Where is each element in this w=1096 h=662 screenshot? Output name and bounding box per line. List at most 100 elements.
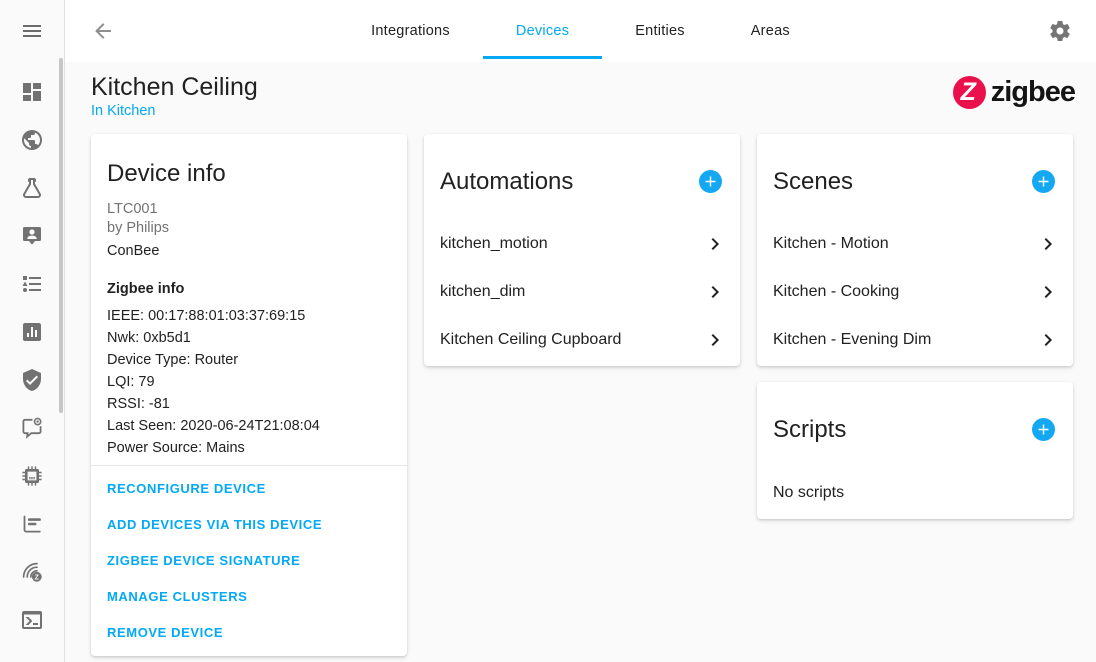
card-title: Device info: [91, 134, 407, 188]
settings-button[interactable]: [1048, 19, 1072, 43]
gear-icon: [1048, 19, 1072, 43]
remove-device-button[interactable]: Remove Device: [91, 614, 407, 650]
device-model: LTC001 by Philips: [91, 188, 407, 237]
logs-icon: [20, 512, 44, 536]
sidebar-item-history[interactable]: [0, 308, 64, 356]
scene-row[interactable]: Kitchen - Motion: [757, 220, 1073, 268]
person-badge-icon: [20, 224, 44, 248]
svg-text:Z: Z: [35, 574, 40, 581]
attr-last-seen: Last Seen: 2020-06-24T21:08:04: [107, 415, 391, 437]
zigbee-attributes: IEEE: 00:17:88:01:03:37:69:15 Nwk: 0xb5d…: [91, 297, 407, 459]
sidebar-item-person[interactable]: [0, 212, 64, 260]
chevron-right-icon: [703, 328, 727, 352]
zigbee-network-icon: Z: [20, 560, 44, 584]
tab-devices[interactable]: Devices: [483, 0, 602, 62]
column-automations: Automations kitchen_motion kitchen_dim: [424, 134, 740, 656]
sidebar-item-logbook[interactable]: [0, 260, 64, 308]
no-scripts-text: No scripts: [757, 484, 1073, 502]
zigbee-device-signature-button[interactable]: Zigbee Device Signature: [91, 542, 407, 578]
plus-icon: [1035, 421, 1052, 438]
tab-integrations[interactable]: Integrations: [338, 0, 483, 62]
config-tabs: Integrations Devices Entities Areas: [65, 0, 1096, 62]
chevron-right-icon: [703, 280, 727, 304]
history-chart-icon: [20, 320, 44, 344]
sidebar-item-lab[interactable]: [0, 164, 64, 212]
chevron-right-icon: [1036, 328, 1060, 352]
tab-areas[interactable]: Areas: [718, 0, 823, 62]
tab-entities[interactable]: Entities: [602, 0, 718, 62]
attr-nwk: Nwk: 0xb5d1: [107, 327, 391, 349]
scene-list: Kitchen - Motion Kitchen - Cooking Kitch…: [757, 220, 1073, 364]
lab-flask-icon: [20, 176, 44, 200]
device-info-card: Device info LTC001 by Philips ConBee Zig…: [91, 134, 407, 656]
zigbee-info-heading: Zigbee info: [91, 259, 407, 297]
attr-lqi: LQI: 79: [107, 371, 391, 393]
chevron-right-icon: [1036, 280, 1060, 304]
card-header: Scripts: [757, 382, 1073, 444]
manage-clusters-button[interactable]: Manage Clusters: [91, 578, 407, 614]
automation-row[interactable]: kitchen_dim: [424, 268, 740, 316]
sidebar-item-dashboard[interactable]: [0, 68, 64, 116]
scripts-card: Scripts No scripts: [757, 382, 1073, 519]
zigbee-logo-icon: Z: [953, 76, 986, 109]
sidebar-item-logs[interactable]: [0, 500, 64, 548]
scene-name: Kitchen - Evening Dim: [773, 331, 931, 349]
add-devices-via-device-button[interactable]: Add Devices Via This Device: [91, 506, 407, 542]
tab-label: Devices: [516, 23, 569, 39]
esphome-chip-icon: [20, 464, 44, 488]
sidebar-item-esphome[interactable]: [0, 452, 64, 500]
scenes-card: Scenes Kitchen - Motion Kitchen - Cookin…: [757, 134, 1073, 366]
sidebar-item-map[interactable]: [0, 116, 64, 164]
card-header: Automations: [424, 134, 740, 196]
add-script-button[interactable]: [1032, 418, 1055, 441]
hamburger-menu-icon: [20, 19, 44, 43]
automation-list: kitchen_motion kitchen_dim Kitchen Ceili…: [424, 220, 740, 364]
cards-grid: Device info LTC001 by Philips ConBee Zig…: [91, 134, 1073, 656]
attr-device-type: Device Type: Router: [107, 349, 391, 371]
model-number: LTC001: [107, 200, 391, 219]
logbook-list-icon: [20, 272, 44, 296]
device-page: Kitchen Ceiling In Kitchen Z zigbee Devi…: [65, 62, 1096, 662]
sidebar-scrollbar-thumb[interactable]: [59, 58, 63, 413]
integration-name: ConBee: [91, 237, 407, 259]
area-link[interactable]: In Kitchen: [91, 103, 156, 119]
add-automation-button[interactable]: [699, 170, 722, 193]
device-actions: Reconfigure Device Add Devices Via This …: [91, 466, 407, 654]
automation-name: kitchen_motion: [440, 235, 548, 253]
tab-label: Integrations: [371, 23, 450, 39]
page-title: Kitchen Ceiling: [91, 73, 258, 102]
zigbee-logo-text: zigbee: [991, 76, 1075, 109]
terminal-icon: [20, 608, 44, 632]
card-header: Scenes: [757, 134, 1073, 196]
scene-row[interactable]: Kitchen - Evening Dim: [757, 316, 1073, 364]
scene-name: Kitchen - Motion: [773, 235, 889, 253]
column-scenes-scripts: Scenes Kitchen - Motion Kitchen - Cookin…: [757, 134, 1073, 656]
automation-row[interactable]: kitchen_motion: [424, 220, 740, 268]
sidebar-item-supervisor[interactable]: [0, 356, 64, 404]
automation-row[interactable]: Kitchen Ceiling Cupboard: [424, 316, 740, 364]
sidebar-item-conversation[interactable]: [0, 404, 64, 452]
conversation-bubble-icon: [20, 416, 44, 440]
attr-rssi: RSSI: -81: [107, 393, 391, 415]
tab-label: Areas: [751, 23, 790, 39]
automations-card: Automations kitchen_motion kitchen_dim: [424, 134, 740, 366]
sidebar-item-terminal[interactable]: [0, 596, 64, 644]
sidebar-item-zigbee[interactable]: Z: [0, 548, 64, 596]
attr-ieee: IEEE: 00:17:88:01:03:37:69:15: [107, 305, 391, 327]
reconfigure-device-button[interactable]: Reconfigure Device: [91, 470, 407, 506]
zigbee-logo: Z zigbee: [953, 76, 1075, 109]
add-scene-button[interactable]: [1032, 170, 1055, 193]
manufacturer: by Philips: [107, 219, 391, 238]
top-toolbar: Integrations Devices Entities Areas: [65, 0, 1096, 62]
sidebar: Z: [0, 0, 65, 662]
scene-row[interactable]: Kitchen - Cooking: [757, 268, 1073, 316]
card-title: Scripts: [773, 415, 846, 444]
plus-icon: [1035, 173, 1052, 190]
map-globe-icon: [20, 128, 44, 152]
card-title: Scenes: [773, 167, 853, 196]
sidebar-nav: Z: [0, 68, 64, 644]
scene-name: Kitchen - Cooking: [773, 283, 899, 301]
automation-name: Kitchen Ceiling Cupboard: [440, 331, 621, 349]
menu-button[interactable]: [0, 0, 64, 62]
column-device-info: Device info LTC001 by Philips ConBee Zig…: [91, 134, 407, 656]
